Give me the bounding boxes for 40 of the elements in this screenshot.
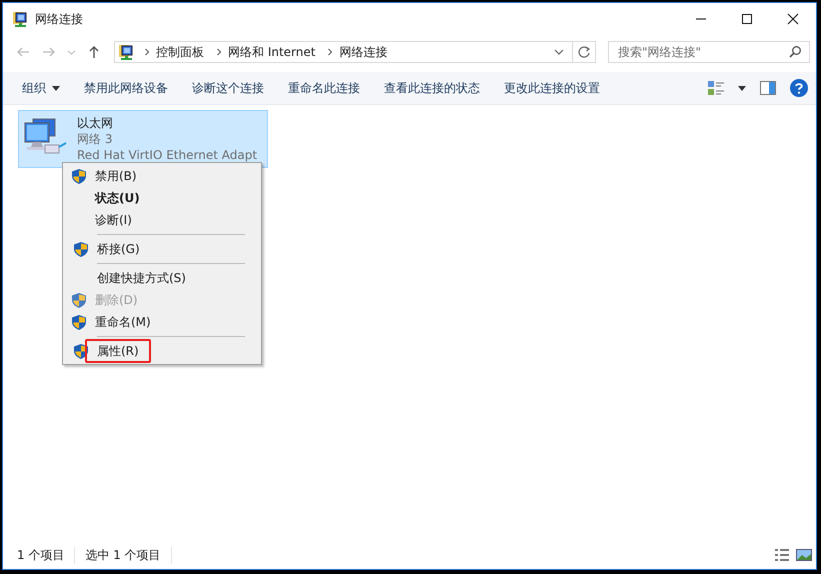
breadcrumb-item[interactable]: 控制面板 — [156, 44, 204, 60]
search-box[interactable]: 搜索"网络连接" — [608, 41, 810, 63]
caret-down-icon[interactable] — [738, 86, 746, 90]
menu-item[interactable]: 禁用(B) — [63, 165, 261, 187]
maximize-icon[interactable] — [741, 13, 753, 25]
status-text: 1 个项目 — [17, 546, 76, 564]
network-folder-icon — [12, 11, 28, 27]
details-view-icon[interactable] — [774, 548, 790, 562]
window-title: 网络连接 — [35, 10, 83, 28]
close-icon[interactable] — [787, 13, 799, 25]
connection-item[interactable]: 以太网 网络 3 Red Hat VirtIO Ethernet Adapt — [18, 110, 268, 168]
toolbar-button[interactable]: 禁用此网络设备 — [75, 76, 177, 100]
preview-pane-icon[interactable] — [760, 81, 776, 95]
toolbar-button[interactable]: 查看此连接的状态 — [375, 76, 489, 100]
menu-item[interactable]: 诊断(I) — [63, 209, 261, 231]
search-icon[interactable] — [788, 45, 802, 59]
network-folder-icon — [118, 44, 134, 60]
help-icon[interactable] — [790, 79, 808, 97]
chevron-down-icon[interactable] — [554, 48, 564, 56]
chevron-right-icon — [327, 47, 334, 57]
toolbar-button[interactable]: 重命名此连接 — [279, 76, 369, 100]
toolbar-button[interactable]: 更改此连接的设置 — [495, 76, 609, 100]
menu-item[interactable]: 重命名(M) — [63, 311, 261, 333]
view-options-icon[interactable] — [708, 81, 724, 95]
connection-name: 以太网 — [77, 115, 114, 131]
address-bar[interactable]: 控制面板 网络和 Internet 网络连接 — [114, 41, 596, 63]
status-text: 选中 1 个项目 — [85, 546, 172, 564]
menu-item[interactable]: 属性(R) — [65, 333, 255, 362]
breadcrumb-item[interactable]: 网络和 Internet — [228, 44, 316, 60]
menu-item[interactable]: 创建快捷方式(S) — [65, 260, 255, 289]
adapter-name: Red Hat VirtIO Ethernet Adapt — [77, 147, 258, 163]
chevron-right-icon — [144, 47, 150, 57]
breadcrumb-item[interactable]: 网络连接 — [339, 44, 388, 60]
large-icons-view-icon[interactable] — [796, 548, 812, 562]
network-name: 网络 3 — [77, 131, 114, 147]
toolbar-button[interactable]: 组织 — [13, 76, 69, 100]
menu-item[interactable]: 状态(U) — [63, 187, 261, 209]
toolbar-button[interactable]: 诊断这个连接 — [183, 76, 273, 100]
menu-item[interactable]: 桥接(G) — [65, 231, 255, 260]
chevron-right-icon — [216, 47, 222, 57]
